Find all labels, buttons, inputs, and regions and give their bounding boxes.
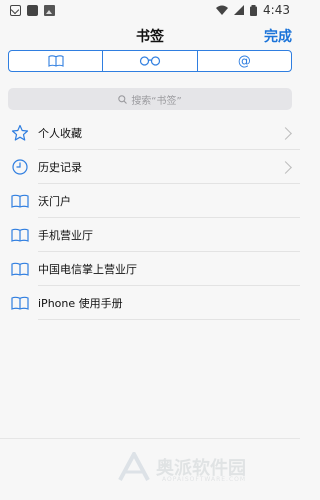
list-item-bookmark[interactable]: 中国电信掌上营业厅 <box>0 252 300 286</box>
book-icon <box>10 259 30 279</box>
list-item-favorites[interactable]: 个人收藏 <box>0 116 300 150</box>
divider <box>38 319 300 320</box>
list-item-label: 中国电信掌上营业厅 <box>38 263 137 276</box>
star-icon <box>10 123 30 143</box>
app-notification-icon <box>27 4 38 16</box>
segment-reading-list[interactable] <box>102 51 196 71</box>
list-item-label: iPhone 使用手册 <box>38 297 123 310</box>
list-item-bookmark[interactable]: 手机营业厅 <box>0 218 300 252</box>
clock-icon <box>10 157 30 177</box>
list-item-label: 手机营业厅 <box>38 229 93 242</box>
bookmark-segmented-control: @ <box>8 50 292 72</box>
status-bar-left <box>10 4 55 16</box>
bottom-toolbar-divider <box>0 438 300 439</box>
battery-icon <box>250 4 258 16</box>
search-input[interactable]: 搜索“书签” <box>8 88 292 110</box>
list-item-history[interactable]: 历史记录 <box>0 150 300 184</box>
list-item-label: 个人收藏 <box>38 127 82 140</box>
image-notification-icon <box>44 4 55 16</box>
segment-shared-links[interactable]: @ <box>196 51 291 71</box>
book-icon <box>10 225 30 245</box>
book-icon <box>48 55 64 67</box>
watermark-logo: 奥派软件园 AOPAISOFTWARE.COM <box>116 452 247 483</box>
status-bar-right: 4:43 <box>216 3 290 17</box>
status-time: 4:43 <box>263 3 290 17</box>
wifi-icon <box>216 5 229 15</box>
notification-icon <box>10 4 21 16</box>
glasses-icon <box>139 56 161 66</box>
signal-icon <box>234 5 245 15</box>
done-button[interactable]: 完成 <box>264 26 292 46</box>
list-item-bookmark[interactable]: 沃门户 <box>0 184 300 218</box>
book-icon <box>10 191 30 211</box>
list-item-label: 历史记录 <box>38 161 82 174</box>
chevron-right-icon <box>279 126 292 140</box>
search-icon <box>118 94 128 104</box>
bookmark-list: 个人收藏 历史记录 沃门户 手机营业厅 中国电信掌上营业厅 iPhone 使用手… <box>0 116 300 320</box>
list-item-bookmark[interactable]: iPhone 使用手册 <box>0 286 300 320</box>
chevron-right-icon <box>279 160 292 174</box>
segment-bookmarks[interactable] <box>9 51 102 71</box>
book-icon <box>10 293 30 313</box>
status-bar: 4:43 <box>0 0 300 20</box>
watermark-a-icon <box>118 452 150 481</box>
watermark-subtext: AOPAISOFTWARE.COM <box>162 476 247 483</box>
navigation-bar: 书签 完成 <box>0 20 300 50</box>
at-icon: @ <box>237 53 251 69</box>
list-item-label: 沃门户 <box>38 195 71 208</box>
search-placeholder: 搜索“书签” <box>131 95 182 107</box>
page-title: 书签 <box>136 29 164 45</box>
